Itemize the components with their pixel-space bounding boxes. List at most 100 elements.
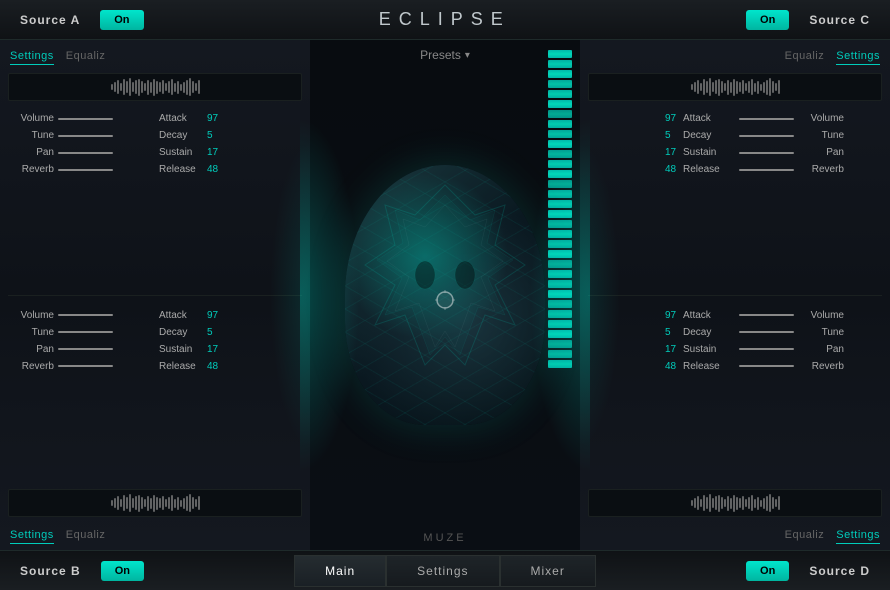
pan-slider-tr[interactable] (739, 152, 794, 154)
release-value-b: 48 (207, 361, 225, 372)
pan-slider-b[interactable] (58, 348, 113, 350)
controls-grid-top-right: 97 Attack 5 Decay 17 Sustain (592, 113, 878, 181)
controls-bottom-left: Volume Tune Pan (0, 298, 310, 486)
attack-decay-sustain-release: Attack 97 Decay 5 Sustain 17 (159, 113, 298, 181)
sustain-value: 17 (207, 147, 225, 158)
center-panel: Presets ▾ (310, 40, 580, 550)
tune-label-tr: Tune (802, 130, 844, 141)
tab-settings-top-left[interactable]: Settings (10, 50, 54, 65)
attack-row-b: Attack 97 (159, 310, 298, 321)
tab-main[interactable]: Main (294, 555, 386, 587)
tab-mixer[interactable]: Mixer (500, 555, 596, 587)
attack-label-tr: Attack (683, 113, 731, 124)
top-right-section: Equaliz Settings (580, 40, 890, 295)
pan-slider[interactable] (58, 152, 113, 154)
decay-label-tr: Decay (683, 130, 731, 141)
tune-slider[interactable] (58, 135, 113, 137)
volume-row-b: Volume (12, 310, 151, 321)
decay-row-b: Decay 5 (159, 327, 298, 338)
tab-equaliz-top-left[interactable]: Equaliz (66, 50, 106, 65)
panels-area: Settings Equaliz (0, 40, 890, 550)
attack-value: 97 (207, 113, 225, 124)
presets-label[interactable]: Presets (420, 48, 461, 62)
attack-value-b: 97 (207, 310, 225, 321)
waveform-top-right (588, 73, 882, 101)
release-label-br: Release (683, 361, 731, 372)
artwork-svg (345, 165, 545, 425)
release-row-b: Release 48 (159, 361, 298, 372)
reverb-label-b: Reverb (12, 361, 54, 372)
tune-label-b: Tune (12, 327, 54, 338)
decay-row-tr: 5 Decay (592, 130, 731, 141)
on-button-d[interactable]: On (746, 561, 789, 581)
volume-label-tr: Volume (802, 113, 844, 124)
volume-slider[interactable] (58, 118, 113, 120)
top-left-section: Settings Equaliz (0, 40, 310, 295)
pan-row-br: Pan (739, 344, 878, 355)
tab-settings-bottom-right[interactable]: Settings (836, 529, 880, 544)
reverb-row-b: Reverb (12, 361, 151, 372)
top-bar: Source A On ECLIPSE On Source C (0, 0, 890, 40)
source-c-label: Source C (797, 13, 882, 27)
reverb-row-tr: Reverb (739, 164, 878, 175)
waveform-bottom-left (8, 489, 302, 517)
reverb-row: Reverb (12, 164, 151, 175)
top-left-tabs: Settings Equaliz (0, 42, 310, 69)
on-button-b[interactable]: On (101, 561, 144, 581)
reverb-slider-b[interactable] (58, 365, 113, 367)
sustain-label-br: Sustain (683, 344, 731, 355)
source-d-label: Source D (797, 564, 882, 578)
release-row-br: 48 Release (592, 361, 731, 372)
volume-slider-tr[interactable] (739, 118, 794, 120)
release-label-b: Release (159, 361, 207, 372)
controls-grid-top-left: Volume Tune Pan (12, 113, 298, 181)
tab-equaliz-bottom-right[interactable]: Equaliz (785, 529, 825, 544)
pan-slider-br[interactable] (739, 348, 794, 350)
attack-label-br: Attack (683, 310, 731, 321)
reverb-slider[interactable] (58, 169, 113, 171)
bottom-right-tabs: Equaliz Settings (580, 521, 890, 548)
tune-row-br: Tune (739, 327, 878, 338)
tune-slider-tr[interactable] (739, 135, 794, 137)
waveform-top-left (8, 73, 302, 101)
decay-value-br: 5 (665, 327, 683, 338)
reverb-label-br: Reverb (802, 361, 844, 372)
envelope-bottom-right: 97 Attack 5 Decay 17 Sustain (592, 310, 731, 378)
envelope-b: Attack 97 Decay 5 Sustain 17 (159, 310, 298, 378)
tab-equaliz-bottom-left[interactable]: Equaliz (66, 529, 106, 544)
decay-label: Decay (159, 130, 207, 141)
pan-row: Pan (12, 147, 151, 158)
tune-slider-b[interactable] (58, 331, 113, 333)
on-button-c[interactable]: On (746, 10, 789, 30)
tab-equaliz-top-right[interactable]: Equaliz (785, 50, 825, 65)
presets-arrow-icon[interactable]: ▾ (465, 50, 470, 61)
waveform-bottom-right (588, 489, 882, 517)
sustain-row: Sustain 17 (159, 147, 298, 158)
volume-slider-b[interactable] (58, 314, 113, 316)
source-b-label: Source B (8, 564, 93, 578)
reverb-slider-tr[interactable] (739, 169, 794, 171)
controls-top-right: 97 Attack 5 Decay 17 Sustain (580, 105, 890, 293)
attack-row-tr: 97 Attack (592, 113, 731, 124)
tune-label: Tune (12, 130, 54, 141)
left-panel: Settings Equaliz (0, 40, 310, 550)
tab-settings-top-right[interactable]: Settings (836, 50, 880, 65)
on-button-a[interactable]: On (100, 10, 143, 30)
volume-slider-br[interactable] (739, 314, 794, 316)
tune-slider-br[interactable] (739, 331, 794, 333)
waveform-bars-bottom-left (107, 490, 204, 516)
decay-row-br: 5 Decay (592, 327, 731, 338)
reverb-slider-br[interactable] (739, 365, 794, 367)
tune-row-tr: Tune (739, 130, 878, 141)
decay-row: Decay 5 (159, 130, 298, 141)
sustain-label-b: Sustain (159, 344, 207, 355)
attack-label: Attack (159, 113, 207, 124)
pan-label-b: Pan (12, 344, 54, 355)
tab-settings[interactable]: Settings (386, 555, 499, 587)
pan-row-tr: Pan (739, 147, 878, 158)
bottom-left-tabs: Settings Equaliz (0, 521, 310, 548)
tab-settings-bottom-left[interactable]: Settings (10, 529, 54, 544)
sustain-value-b: 17 (207, 344, 225, 355)
vol-tune-pan-reverb-br: Volume Tune Pan (739, 310, 878, 378)
release-row-tr: 48 Release (592, 164, 731, 175)
